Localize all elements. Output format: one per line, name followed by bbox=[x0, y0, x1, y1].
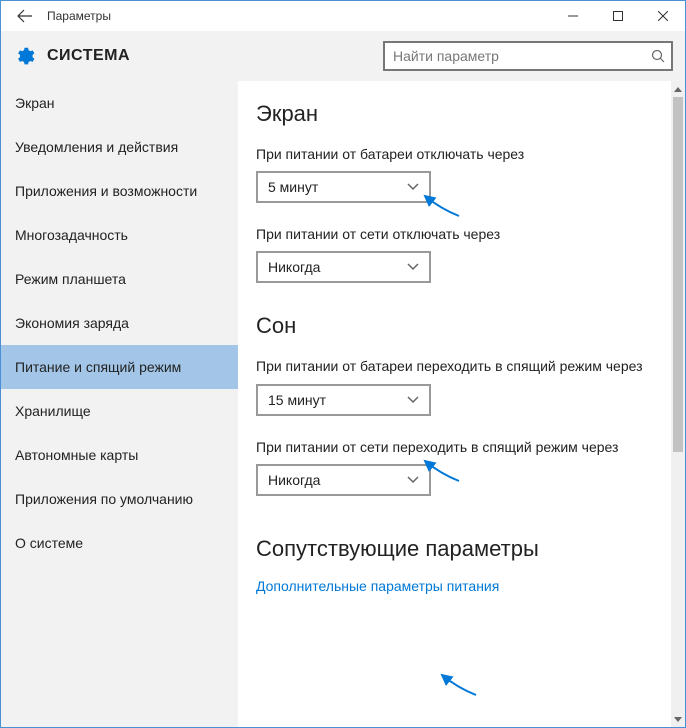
header: СИСТЕМА bbox=[1, 31, 685, 81]
sidebar-item-1[interactable]: Уведомления и действия bbox=[1, 125, 238, 169]
screen-battery-label: При питании от батареи отключать через bbox=[256, 145, 667, 163]
chevron-down-icon bbox=[674, 717, 682, 722]
related-section-title: Сопутствующие параметры bbox=[256, 536, 667, 562]
chevron-down-icon bbox=[407, 263, 419, 271]
dropdown-value: 15 минут bbox=[268, 392, 326, 408]
sleep-ac-label: При питании от сети переходить в спящий … bbox=[256, 438, 667, 456]
section-header-title: СИСТЕМА bbox=[47, 47, 130, 65]
titlebar: Параметры bbox=[1, 1, 685, 31]
sidebar-item-0[interactable]: Экран bbox=[1, 81, 238, 125]
dropdown-value: 5 минут bbox=[268, 179, 318, 195]
screen-section-title: Экран bbox=[256, 101, 667, 127]
sleep-battery-label: При питании от батареи переходить в спящ… bbox=[256, 357, 667, 375]
arrow-left-icon bbox=[17, 8, 33, 24]
chevron-down-icon bbox=[407, 396, 419, 404]
sleep-battery-dropdown[interactable]: 15 минут bbox=[256, 384, 431, 416]
scroll-down-button[interactable] bbox=[671, 711, 685, 727]
sidebar-item-7[interactable]: Хранилище bbox=[1, 389, 238, 433]
minimize-icon bbox=[568, 11, 578, 21]
dropdown-value: Никогда bbox=[268, 472, 320, 488]
screen-ac-label: При питании от сети отключать через bbox=[256, 225, 667, 243]
maximize-button[interactable] bbox=[595, 1, 640, 31]
chevron-down-icon bbox=[407, 183, 419, 191]
sidebar-item-5[interactable]: Экономия заряда bbox=[1, 301, 238, 345]
screen-ac-dropdown[interactable]: Никогда bbox=[256, 251, 431, 283]
content-area: Экран При питании от батареи отключать ч… bbox=[238, 81, 685, 727]
scrollbar[interactable] bbox=[671, 81, 685, 727]
maximize-icon bbox=[613, 11, 623, 21]
search-container bbox=[383, 41, 673, 71]
scrollbar-thumb[interactable] bbox=[673, 97, 683, 452]
sidebar-item-8[interactable]: Автономные карты bbox=[1, 433, 238, 477]
sidebar-item-2[interactable]: Приложения и возможности bbox=[1, 169, 238, 213]
sidebar-item-4[interactable]: Режим планшета bbox=[1, 257, 238, 301]
chevron-down-icon bbox=[407, 476, 419, 484]
chevron-up-icon bbox=[674, 87, 682, 92]
sleep-section-title: Сон bbox=[256, 313, 667, 339]
gear-icon bbox=[13, 45, 35, 67]
search-input[interactable] bbox=[383, 41, 673, 71]
dropdown-value: Никогда bbox=[268, 259, 320, 275]
sidebar-item-9[interactable]: Приложения по умолчанию bbox=[1, 477, 238, 521]
sidebar-item-6[interactable]: Питание и спящий режим bbox=[1, 345, 238, 389]
sidebar-item-10[interactable]: О системе bbox=[1, 521, 238, 565]
annotation-arrow-icon bbox=[438, 673, 478, 697]
close-icon bbox=[658, 11, 668, 21]
back-button[interactable] bbox=[13, 4, 37, 28]
sidebar-item-3[interactable]: Многозадачность bbox=[1, 213, 238, 257]
screen-battery-dropdown[interactable]: 5 минут bbox=[256, 171, 431, 203]
sleep-ac-dropdown[interactable]: Никогда bbox=[256, 464, 431, 496]
window-title: Параметры bbox=[47, 9, 111, 23]
sidebar: ЭкранУведомления и действияПриложения и … bbox=[1, 81, 238, 727]
minimize-button[interactable] bbox=[550, 1, 595, 31]
window-controls bbox=[550, 1, 685, 31]
scroll-up-button[interactable] bbox=[671, 81, 685, 97]
additional-power-settings-link[interactable]: Дополнительные параметры питания bbox=[256, 578, 499, 594]
close-button[interactable] bbox=[640, 1, 685, 31]
